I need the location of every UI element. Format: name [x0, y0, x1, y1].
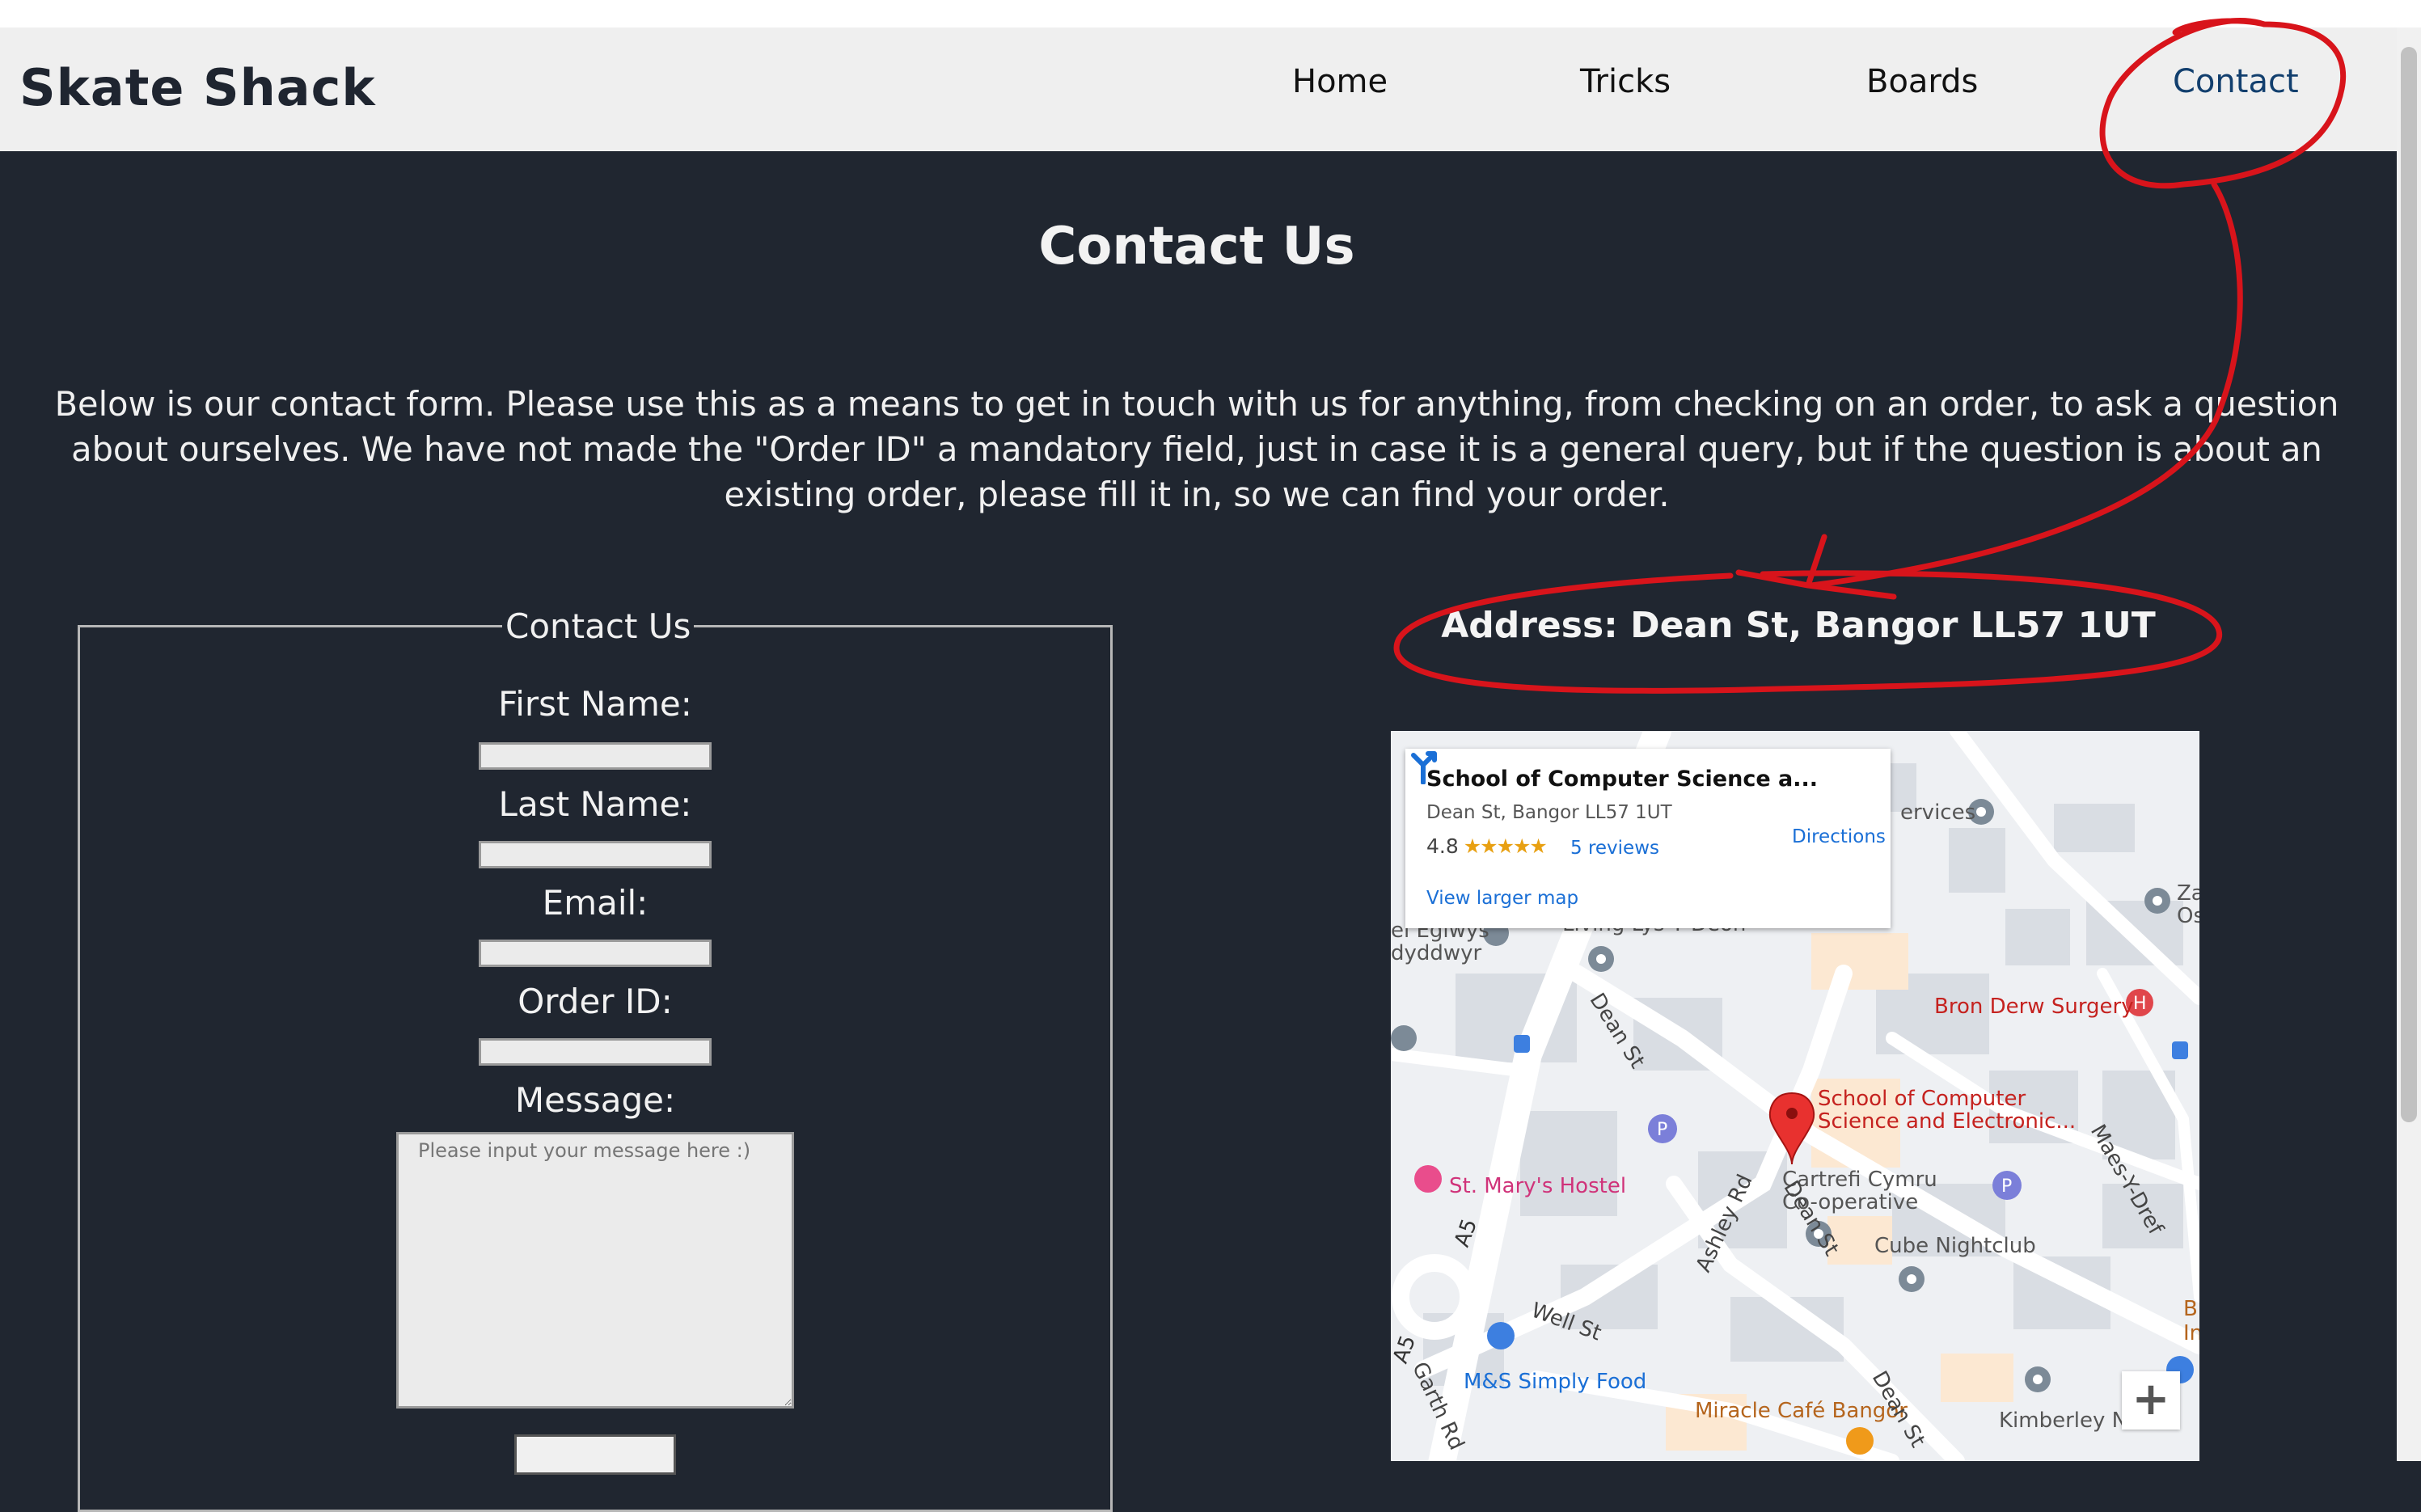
map-label-st-marys: St. Mary's Hostel: [1449, 1174, 1627, 1198]
map-label-services: ervices: [1900, 800, 1976, 825]
zoom-in-button[interactable]: +: [2122, 1371, 2180, 1430]
nav-boards[interactable]: Boards: [1866, 63, 1978, 100]
annotation-arrow-head: [1735, 534, 1897, 600]
map-label-kimberley: Kimberley N: [1999, 1409, 2128, 1433]
directions-link[interactable]: Directions: [1792, 826, 1886, 847]
map-label-ms: M&S Simply Food: [1464, 1370, 1647, 1394]
address-text: Address: Dean St, Bangor LL57 1UT: [1441, 605, 2156, 646]
reviews-link[interactable]: 5 reviews: [1570, 838, 1659, 859]
browser-top-strip: [0, 0, 2421, 27]
place-address: Dean St, Bangor LL57 1UT: [1426, 802, 1672, 823]
embedded-map[interactable]: P P H ervices Za Os el Eglwys dyddwyr Li…: [1391, 731, 2199, 1461]
map-label-school-2: Science and Electronic...: [1818, 1109, 2077, 1134]
rating-value: 4.8: [1426, 834, 1459, 858]
map-label-cube: Cube Nightclub: [1874, 1234, 2036, 1258]
map-place-card: School of Computer Science a... Dean St,…: [1405, 749, 1891, 928]
map-label-dyddwyr: dyddwyr: [1391, 941, 1482, 965]
site-logo[interactable]: Skate Shack: [19, 58, 376, 117]
nav-home[interactable]: Home: [1292, 63, 1388, 100]
form-legend: Contact Us: [505, 606, 691, 646]
last-name-input[interactable]: [479, 841, 712, 868]
map-label-za: Za: [2177, 881, 2199, 906]
nav-contact[interactable]: Contact: [2173, 63, 2299, 100]
nav-tricks[interactable]: Tricks: [1580, 63, 1671, 100]
order-id-label: Order ID:: [518, 982, 673, 1021]
order-id-input[interactable]: [479, 1038, 712, 1066]
directions-icon[interactable]: [1405, 749, 1441, 784]
svg-text:P: P: [1657, 1120, 1667, 1140]
last-name-label: Last Name:: [498, 784, 692, 824]
view-larger-map-link[interactable]: View larger map: [1426, 888, 1578, 909]
svg-text:P: P: [2001, 1176, 2012, 1197]
message-label: Message:: [514, 1080, 676, 1120]
email-input[interactable]: [479, 940, 712, 967]
map-label-miracle: Miracle Café Bangor: [1695, 1399, 1908, 1423]
place-rating: 4.8 ★★★★★: [1426, 834, 1548, 858]
first-name-label: First Name:: [498, 684, 692, 724]
navbar: Skate Shack Home Tricks Boards Contact: [0, 27, 2421, 151]
place-title: School of Computer Science a...: [1426, 767, 1819, 792]
scrollbar[interactable]: [2397, 27, 2421, 1461]
scrollbar-thumb[interactable]: [2401, 47, 2417, 1122]
first-name-input[interactable]: [479, 742, 712, 770]
map-label-bron-derw: Bron Derw Surgery: [1934, 995, 2134, 1019]
page-title: Contact Us: [1038, 217, 1355, 277]
submit-button[interactable]: [514, 1434, 676, 1475]
map-label-b-in: B In: [2183, 1297, 2199, 1345]
email-label: Email:: [542, 883, 649, 923]
star-rating-icon: ★★★★★: [1463, 834, 1548, 858]
map-label-school-1: School of Computer: [1818, 1087, 2026, 1111]
message-textarea[interactable]: [396, 1132, 794, 1409]
svg-text:H: H: [2133, 994, 2147, 1014]
map-label-os: Os: [2177, 904, 2199, 928]
intro-paragraph: Below is our contact form. Please use th…: [54, 383, 2339, 514]
